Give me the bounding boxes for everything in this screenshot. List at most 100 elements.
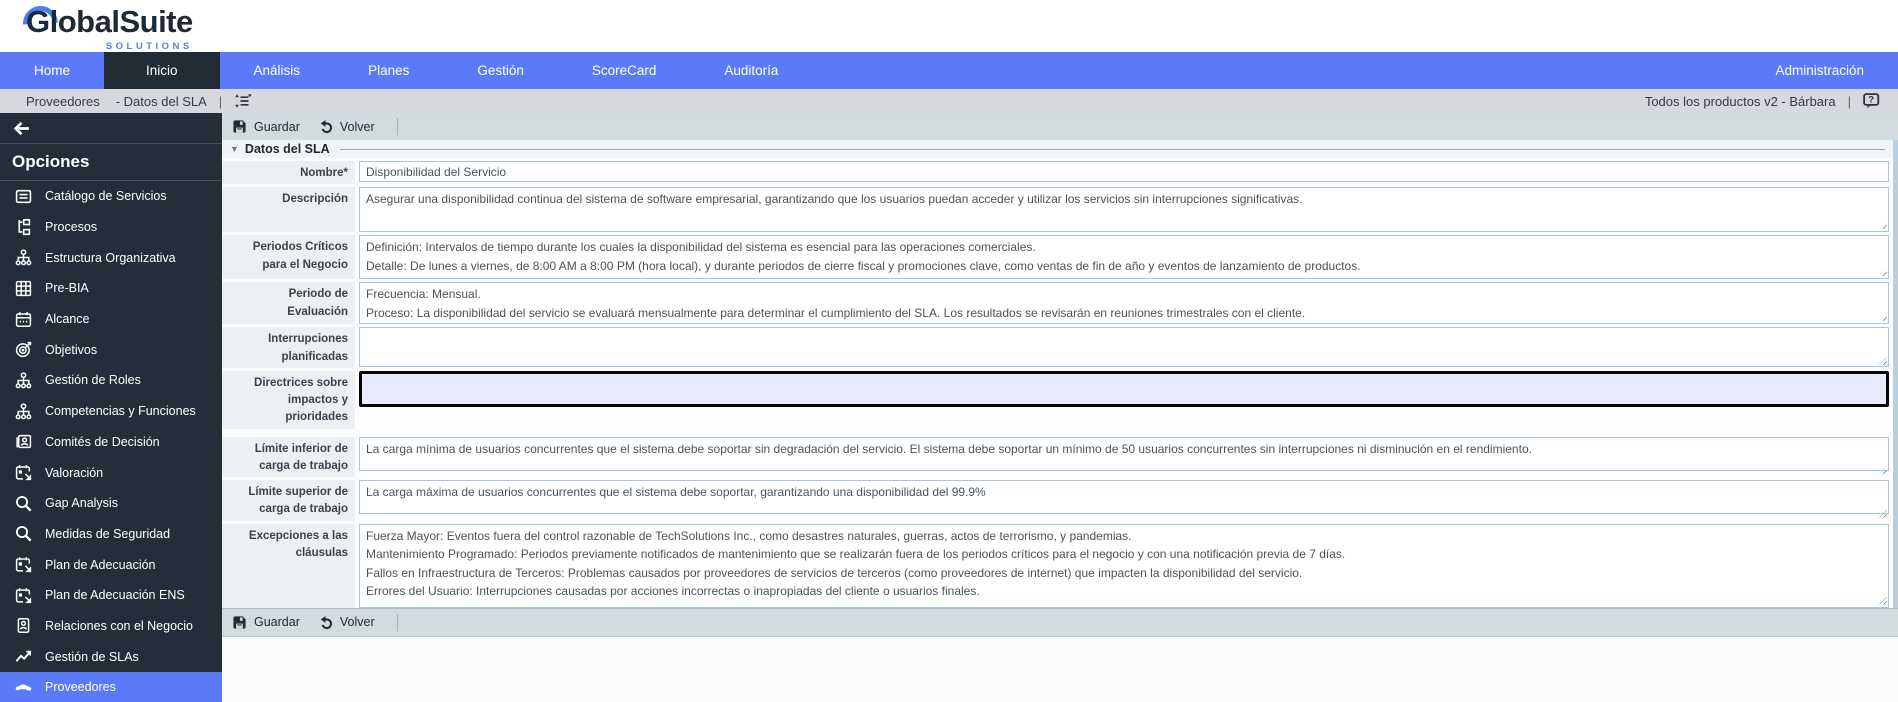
periodos-criticos-textarea[interactable]: Definición: Intervalos de tiempo durante… (359, 235, 1889, 280)
back-arrow-icon (12, 120, 31, 137)
calendar-select-icon (15, 556, 32, 573)
descripcion-textarea[interactable]: Asegurar una disponibilidad continua del… (359, 187, 1889, 233)
breadcrumb-module: Proveedores (26, 93, 100, 109)
back-button-label: Volver (339, 615, 375, 629)
sidebar-item-relaciones-con-el-negocio[interactable]: Relaciones con el Negocio (0, 611, 222, 642)
periodo-evaluacion-textarea[interactable]: Frecuencia: Mensual. Proceso: La disponi… (359, 282, 1889, 325)
field-label: Límite inferior de carga de trabajo (222, 436, 355, 477)
sidebar-item-proveedores[interactable]: Proveedores (0, 672, 222, 702)
excepciones-textarea[interactable]: Fuerza Mayor: Eventos fuera del control … (359, 523, 1889, 608)
breadcrumb-separator: | (218, 93, 223, 109)
globalsuite-logo[interactable]: GlobalSuite SOLUTIONS (15, 0, 193, 52)
hierarchy-icon (15, 372, 32, 389)
form-row-nombre: Nombre* (222, 161, 1893, 185)
sidebar-item-label: Relaciones con el Negocio (45, 618, 194, 633)
sla-form: ▼ Datos del SLA Nombre* Descripción Aseg… (222, 140, 1898, 608)
nav-tab-planes[interactable]: Planes (334, 52, 443, 89)
target-icon (15, 341, 32, 358)
sidebar-item-procesos[interactable]: Procesos (0, 212, 222, 243)
sidebar-item-comites-de-decision[interactable]: Comités de Decisión (0, 427, 222, 458)
sidebar-item-estructura-organizativa[interactable]: Estructura Organizativa (0, 242, 222, 273)
collapse-caret-icon[interactable]: ▼ (230, 144, 239, 154)
section-header: ▼ Datos del SLA (222, 140, 1893, 158)
nav-tab-gestion[interactable]: Gestión (443, 52, 558, 89)
sidebar-item-plan-de-adecuacion[interactable]: Plan de Adecuación (0, 549, 222, 580)
nav-tab-analisis[interactable]: Análisis (220, 52, 335, 89)
sidebar-title: Opciones (0, 144, 222, 181)
breadcrumb-right-separator: | (1847, 93, 1851, 109)
top-toolbar: Guardar Volver (222, 113, 1898, 140)
sidebar-item-gestion-de-roles[interactable]: Gestión de Roles (0, 365, 222, 396)
sidebar-item-medidas-de-seguridad[interactable]: Medidas de Seguridad (0, 519, 222, 550)
help-icon[interactable] (1863, 93, 1880, 109)
directrices-textarea-focused[interactable] (359, 370, 1889, 407)
form-rows: Nombre* Descripción Asegurar una disponi… (222, 158, 1893, 608)
sidebar-item-label: Alcance (45, 312, 90, 327)
nav-tab-administracion[interactable]: Administración (1741, 52, 1898, 89)
id-card-icon (15, 433, 32, 450)
field-label: Directrices sobre impactos y prioridades (222, 370, 355, 429)
field-label: Nombre* (222, 161, 355, 185)
logo-subtext: SOLUTIONS (105, 41, 193, 52)
bottom-toolbar: Guardar Volver (222, 607, 1898, 637)
form-row-limite-inferior: Límite inferior de carga de trabajo La c… (222, 436, 1893, 477)
save-button-label: Guardar (254, 119, 300, 134)
save-button-label: Guardar (254, 615, 300, 629)
search-icon (15, 495, 32, 512)
app-header: GlobalSuite SOLUTIONS (0, 0, 1898, 52)
logo-text: GlobalSuite (26, 4, 193, 39)
sidebar-item-plan-de-adecuacion-ens[interactable]: Plan de Adecuación ENS (0, 580, 222, 611)
field-label: Periodo de Evaluación (222, 282, 355, 325)
sidebar-item-alcance[interactable]: Alcance (0, 304, 222, 335)
nav-tab-auditoria[interactable]: Auditoría (690, 52, 812, 89)
limite-inferior-textarea[interactable]: La carga mínima de usuarios concurrentes… (359, 436, 1889, 471)
main-content: Guardar Volver ▼ Datos del SLA Nombre* D… (222, 113, 1898, 702)
sidebar-item-valoracion[interactable]: Valoración (0, 457, 222, 488)
calendar-select-icon (15, 587, 32, 604)
sidebar-item-objetivos[interactable]: Objetivos (0, 334, 222, 365)
trend-icon (15, 648, 32, 665)
sidebar-item-pre-bia[interactable]: Pre-BIA (0, 273, 222, 304)
sort-list-icon[interactable] (234, 93, 252, 109)
form-row-descripcion: Descripción Asegurar una disponibilidad … (222, 187, 1893, 233)
back-button[interactable]: Volver (318, 119, 375, 134)
sidebar-menu: Catálogo de Servicios Procesos Estructur… (0, 181, 222, 702)
sidebar-item-label: Gap Analysis (45, 496, 118, 511)
back-button-bottom[interactable]: Volver (318, 615, 375, 630)
sidebar-item-catalogo-de-servicios[interactable]: Catálogo de Servicios (0, 181, 222, 212)
sidebar-item-label: Catálogo de Servicios (45, 189, 167, 204)
product-user-label: Todos los productos v2 - Bárbara (1644, 93, 1836, 109)
form-row-limite-superior: Límite superior de carga de trabajo La c… (222, 480, 1893, 521)
sidebar-item-gap-analysis[interactable]: Gap Analysis (0, 488, 222, 519)
limite-superior-textarea[interactable]: La carga máxima de usuarios concurrentes… (359, 480, 1889, 514)
sidebar-item-label: Comités de Decisión (45, 434, 160, 449)
form-row-excepciones: Excepciones a las cláusulas Fuerza Mayor… (222, 523, 1893, 608)
undo-arrow-icon (318, 615, 333, 630)
search-icon (15, 525, 32, 542)
sidebar-item-competencias-y-funciones[interactable]: Competencias y Funciones (0, 396, 222, 427)
save-button-bottom[interactable]: Guardar (232, 615, 300, 630)
sidebar-item-label: Pre-BIA (45, 281, 89, 296)
document-icon (15, 188, 32, 205)
undo-arrow-icon (318, 119, 333, 134)
grid-icon (15, 280, 32, 297)
org-chart-icon (15, 219, 32, 236)
hierarchy-icon (15, 249, 32, 266)
field-label: Periodos Críticos para el Negocio (222, 235, 355, 280)
save-button[interactable]: Guardar (232, 119, 300, 134)
content-filler (222, 636, 1898, 702)
nav-tab-home[interactable]: Home (0, 52, 104, 89)
sidebar-item-gestion-de-slas[interactable]: Gestión de SLAs (0, 641, 222, 672)
interrupciones-textarea[interactable] (359, 327, 1889, 368)
toolbar-separator (396, 613, 398, 631)
nombre-input[interactable] (359, 161, 1889, 182)
toolbar-separator (396, 118, 398, 135)
sidebar-item-label: Valoración (45, 465, 104, 480)
nav-tab-scorecard[interactable]: ScoreCard (558, 52, 691, 89)
sidebar-back-button[interactable] (0, 113, 222, 144)
form-row-interrupciones: Interrupciones planificadas (222, 327, 1893, 368)
sidebar-item-label: Gestión de Roles (45, 373, 141, 388)
breadcrumb-page: - Datos del SLA (115, 93, 207, 109)
nav-tab-inicio[interactable]: Inicio (104, 52, 220, 89)
breadcrumb-right: Todos los productos v2 - Bárbara | (1645, 93, 1880, 109)
